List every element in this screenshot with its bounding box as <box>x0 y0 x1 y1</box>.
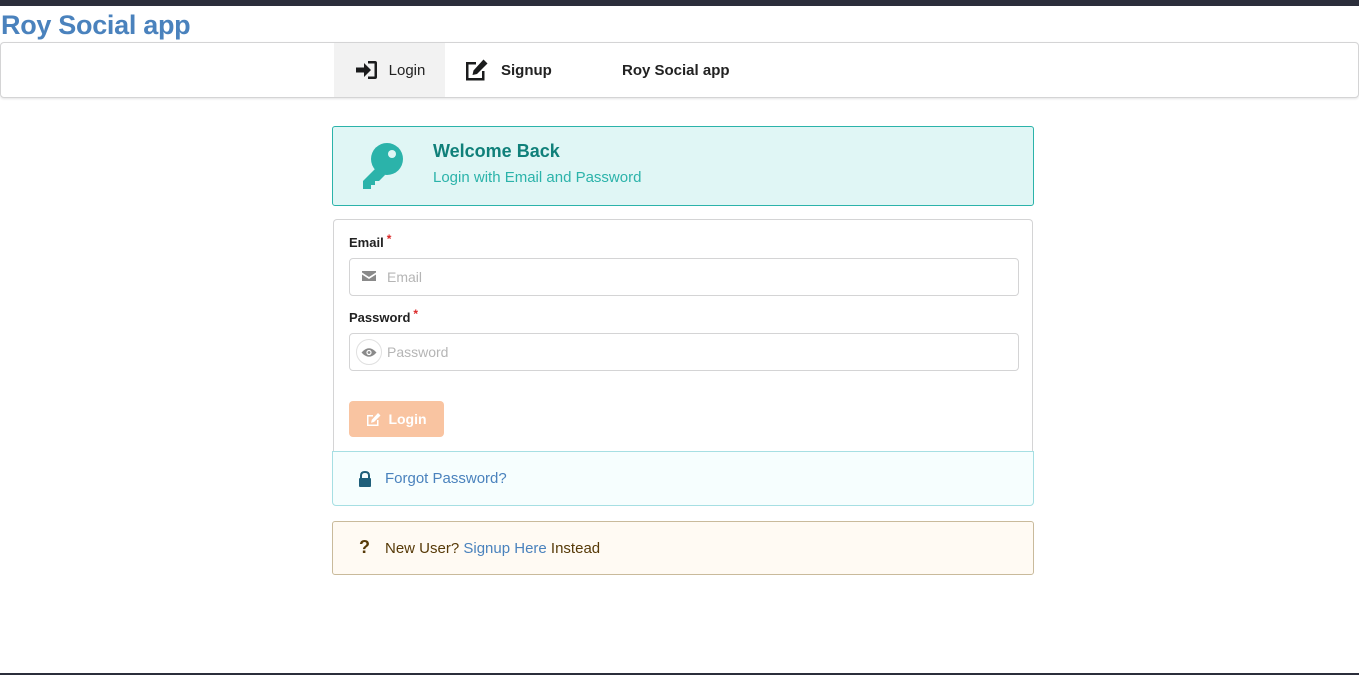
email-input[interactable] <box>387 259 1007 295</box>
password-label: Password * <box>349 307 419 325</box>
envelope-icon <box>361 269 377 288</box>
nav-app-name-label: Roy Social app <box>622 61 730 79</box>
nav-login-label: Login <box>388 61 426 79</box>
required-mark: * <box>386 232 392 246</box>
password-input[interactable] <box>387 334 1007 370</box>
nav-login[interactable]: Login <box>334 43 445 97</box>
edit-icon <box>366 412 382 427</box>
question-icon: ? <box>359 537 370 557</box>
top-window-bar <box>0 0 1359 6</box>
forgot-password-section: Forgot Password? <box>332 451 1034 506</box>
sign-in-icon <box>354 59 379 81</box>
nav-signup[interactable]: Signup <box>463 43 573 97</box>
signup-here-link[interactable]: Signup Here <box>463 540 546 557</box>
nav-signup-label: Signup <box>501 61 552 79</box>
edit-icon <box>463 57 491 83</box>
password-label-text: Password <box>349 310 411 325</box>
email-field-wrapper <box>349 258 1019 296</box>
top-navbar: Login Signup Roy Social app <box>0 42 1359 98</box>
new-user-text: New User? Signup Here Instead <box>385 540 600 557</box>
welcome-message: Welcome Back Login with Email and Passwo… <box>332 126 1034 206</box>
login-button[interactable]: Login <box>349 401 444 437</box>
nav-app-name[interactable]: Roy Social app <box>622 43 752 97</box>
welcome-subtitle: Login with Email and Password <box>433 169 642 186</box>
new-user-prefix: New User? <box>385 540 460 557</box>
key-icon <box>355 141 407 196</box>
eye-icon[interactable] <box>356 339 382 365</box>
login-form: Email* Password* Logi <box>333 219 1033 453</box>
email-label: Email * <box>349 232 392 250</box>
welcome-title: Welcome Back <box>433 141 560 161</box>
required-mark: * <box>413 307 419 321</box>
new-user-message: ? New User? Signup Here Instead <box>332 521 1034 575</box>
email-label-text: Email <box>349 235 384 250</box>
app-title: Roy Social app <box>1 10 191 40</box>
forgot-password-link[interactable]: Forgot Password? <box>385 470 507 487</box>
password-field-wrapper <box>349 333 1019 371</box>
lock-icon <box>358 470 372 493</box>
new-user-suffix: Instead <box>550 540 601 557</box>
login-button-label: Login <box>388 411 427 427</box>
